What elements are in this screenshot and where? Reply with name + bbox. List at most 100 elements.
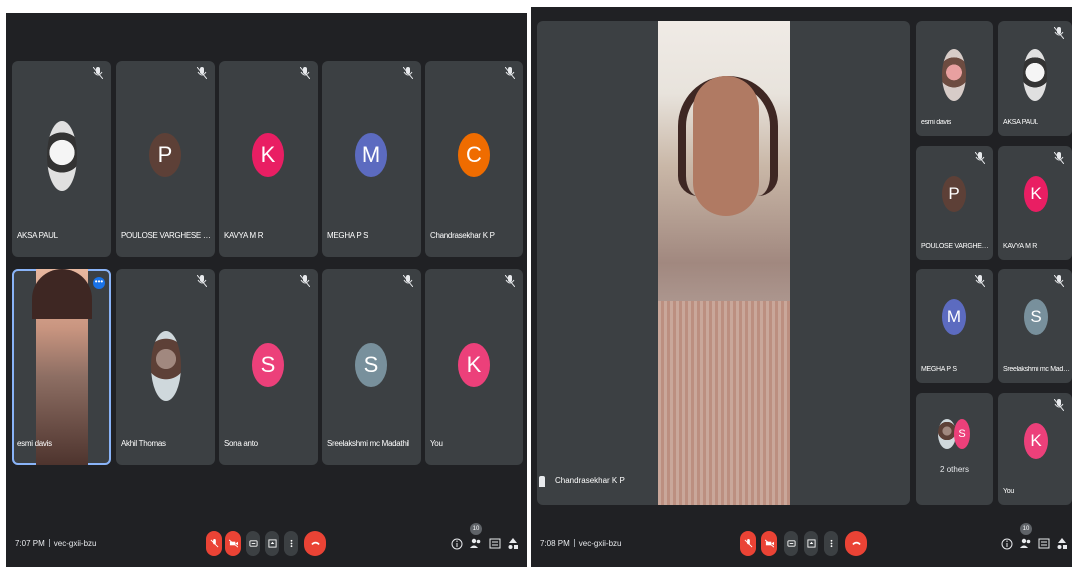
present-screen-icon <box>267 539 277 548</box>
more-vert-icon <box>830 539 832 548</box>
participant-tile[interactable]: K KAVYA M R <box>998 146 1072 260</box>
participant-name: You <box>430 439 443 448</box>
participant-name: AKSA PAUL <box>1003 119 1039 126</box>
avatar: S <box>954 419 970 449</box>
videocam-off-icon <box>228 539 238 548</box>
avatar: P <box>942 176 966 212</box>
participant-tile[interactable]: AKSA PAUL <box>998 21 1072 136</box>
participant-tile[interactable]: M MEGHA P S <box>322 61 421 257</box>
meeting-info: 7:08 PM vec-gxii-bzu <box>540 539 621 548</box>
participant-name: esmi davis <box>17 439 52 448</box>
mic-off-icon <box>975 152 985 164</box>
present-button[interactable] <box>804 531 818 556</box>
mic-off-icon <box>505 275 515 287</box>
activities-icon[interactable] <box>507 537 519 551</box>
mic-off-icon <box>93 67 103 79</box>
closed-caption-icon <box>248 540 258 547</box>
participant-name: POULOSE VARGHESE KODAMKA... <box>121 231 213 240</box>
participant-tile[interactable]: S Sreelakshmi mc Madathil <box>322 269 421 465</box>
speaker-face <box>693 76 759 216</box>
captions-button[interactable] <box>784 531 798 556</box>
participant-tile[interactable]: C Chandrasekhar K P <box>425 61 523 257</box>
more-options-icon[interactable]: ••• <box>93 277 105 289</box>
avatar: C <box>458 133 490 177</box>
info-icon[interactable] <box>451 537 463 551</box>
more-options-button[interactable] <box>824 531 838 556</box>
mic-off-icon <box>1054 27 1064 39</box>
pin-icon[interactable] <box>539 476 545 487</box>
camera-toggle-button[interactable] <box>225 531 241 556</box>
mic-toggle-button[interactable] <box>206 531 222 556</box>
meeting-controls-bar: 7:08 PM vec-gxii-bzu 10 <box>531 517 1072 567</box>
call-end-icon <box>851 541 861 546</box>
meet-window-left: AKSA PAUL P POULOSE VARGHESE KODAMKA... … <box>6 13 527 567</box>
avatar <box>942 49 966 101</box>
participant-name: MEGHA P S <box>921 366 957 373</box>
avatar <box>1023 49 1047 101</box>
people-button[interactable]: 10 <box>469 523 483 553</box>
captions-button[interactable] <box>246 531 260 556</box>
participant-name: KAVYA M R <box>1003 243 1037 250</box>
mic-toggle-button[interactable] <box>740 531 756 556</box>
mic-off-icon <box>197 275 207 287</box>
info-icon[interactable] <box>1001 537 1013 551</box>
chat-icon[interactable] <box>489 537 501 551</box>
people-button[interactable]: 10 <box>1019 523 1033 553</box>
mic-off-icon <box>197 67 207 79</box>
avatar: M <box>355 133 387 177</box>
participant-tile[interactable]: AKSA PAUL <box>12 61 111 257</box>
people-icon <box>470 538 481 548</box>
avatar: S <box>1024 299 1048 335</box>
participant-tile[interactable]: P POULOSE VARGHESE K... <box>916 146 993 260</box>
mic-off-icon <box>505 67 515 79</box>
avatar <box>47 121 77 191</box>
participants-count-badge: 10 <box>470 523 482 535</box>
more-vert-icon <box>290 539 292 548</box>
avatar: S <box>355 343 387 387</box>
meeting-time: 7:08 PM <box>540 539 570 548</box>
mic-off-icon <box>1054 275 1064 287</box>
avatar: K <box>1024 176 1048 212</box>
participant-name: Akhil Thomas <box>121 439 166 448</box>
participant-name: MEGHA P S <box>327 231 369 240</box>
participant-name: Sreelakshmi mc Madathil <box>327 439 410 448</box>
mic-off-icon <box>300 275 310 287</box>
avatar <box>151 331 181 401</box>
camera-toggle-button[interactable] <box>761 531 777 556</box>
participant-name: You <box>1003 488 1014 495</box>
participant-name: POULOSE VARGHESE K... <box>921 243 991 250</box>
activities-icon[interactable] <box>1056 537 1068 551</box>
videocam-off-icon <box>764 539 774 548</box>
meeting-info: 7:07 PM vec-gxii-bzu <box>15 539 96 548</box>
mic-off-icon <box>300 67 310 79</box>
others-tile[interactable]: S 2 others <box>916 393 993 505</box>
present-button[interactable] <box>265 531 279 556</box>
avatar: S <box>252 343 284 387</box>
end-call-button[interactable] <box>304 531 326 556</box>
avatar: K <box>1024 423 1048 459</box>
meeting-code: vec-gxii-bzu <box>53 539 97 548</box>
main-speaker-tile[interactable]: Chandrasekhar K P <box>537 21 910 505</box>
mic-off-icon <box>975 275 985 287</box>
chat-icon[interactable] <box>1038 537 1050 551</box>
participant-tile-self[interactable]: K You <box>998 393 1072 505</box>
speaker-name: Chandrasekhar K P <box>555 476 625 485</box>
participant-name: esmi davis <box>921 119 952 126</box>
meeting-controls-bar: 7:07 PM vec-gxii-bzu 10 <box>6 517 527 567</box>
participant-tile[interactable]: P POULOSE VARGHESE KODAMKA... <box>116 61 215 257</box>
participant-tile[interactable]: Akhil Thomas <box>116 269 215 465</box>
participant-tile[interactable]: esmi davis <box>916 21 993 136</box>
participant-tile[interactable]: S Sreelakshmi mc Madat... <box>998 269 1072 383</box>
meeting-time: 7:07 PM <box>15 539 45 548</box>
participant-tile-video[interactable]: ••• esmi davis <box>12 269 111 465</box>
participant-tile[interactable]: K KAVYA M R <box>219 61 318 257</box>
participant-tile[interactable]: S Sona anto <box>219 269 318 465</box>
participant-tile-self[interactable]: K You <box>425 269 523 465</box>
more-options-button[interactable] <box>284 531 298 556</box>
avatar: K <box>252 133 284 177</box>
participant-tile[interactable]: M MEGHA P S <box>916 269 993 383</box>
mic-off-icon <box>210 539 218 548</box>
end-call-button[interactable] <box>845 531 867 556</box>
others-label: 2 others <box>940 465 969 474</box>
avatar: K <box>458 343 490 387</box>
